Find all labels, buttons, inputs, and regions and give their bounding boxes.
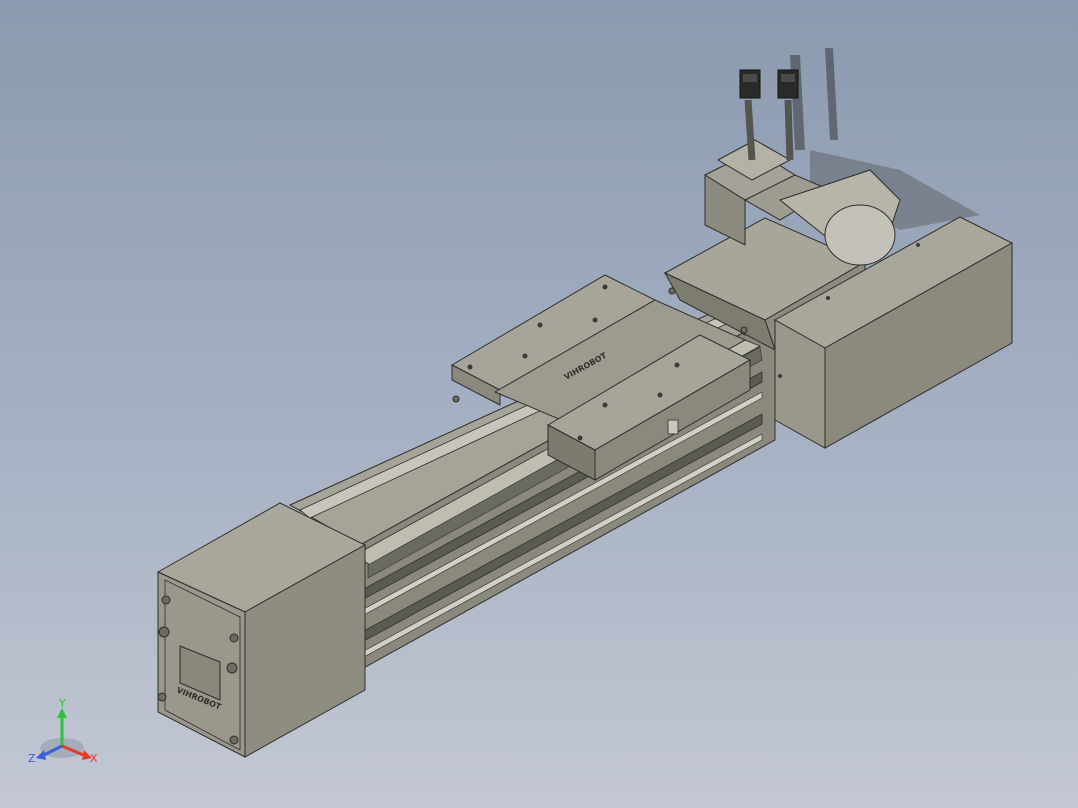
x-axis-label: X [90, 752, 98, 765]
carriage-hole [537, 322, 543, 328]
carriage-hole [602, 284, 608, 290]
carriage-hole [592, 317, 598, 323]
carriage-hole [577, 435, 583, 441]
carriage-hole [522, 353, 528, 359]
front-end-cap[interactable]: VIHROBOT [156, 502, 367, 758]
endcap-screw [226, 662, 238, 674]
endcap-screw [229, 735, 239, 745]
endcap-screw [161, 595, 171, 605]
axis-triad[interactable]: Y X Z [28, 697, 98, 765]
carriage-hole [657, 392, 663, 398]
z-axis-label: Z [28, 752, 36, 765]
endcap-screw [158, 626, 170, 638]
cad-viewport[interactable]: VIHROBOT VIHROBOT Y X Z [0, 0, 1078, 808]
carriage-hole [467, 364, 473, 370]
carriage-hole [602, 402, 608, 408]
carriage-hole [674, 362, 680, 368]
y-axis-label: Y [58, 697, 66, 710]
endcap-screw [229, 633, 239, 643]
endcap-screw [157, 692, 167, 702]
